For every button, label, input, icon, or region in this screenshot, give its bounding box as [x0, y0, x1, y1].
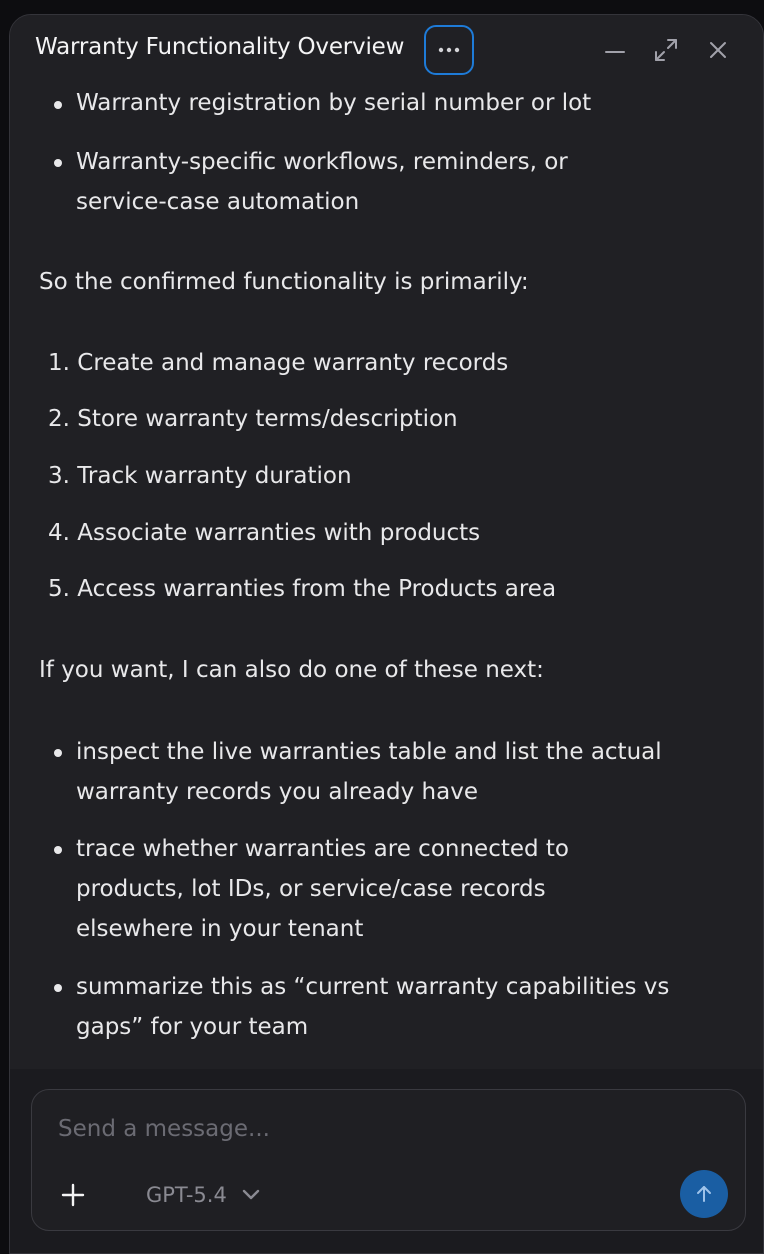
list-item: summarize this as “current warranty capa…: [76, 974, 670, 1040]
add-attachment-button[interactable]: [58, 1180, 88, 1210]
numbered-item: 3. Track warranty duration: [48, 463, 352, 489]
bullet-dot: [54, 749, 62, 757]
chat-window: Warranty Functionality Overview Warranty…: [9, 14, 764, 1254]
partial-bullet-text: Warranty registration by serial number o…: [76, 90, 592, 116]
numbered-item: 1. Create and manage warranty records: [48, 350, 509, 376]
arrow-up-icon: [697, 1186, 711, 1202]
summary-intro: So the confirmed functionality is primar…: [39, 269, 529, 295]
numbered-item: 2. Store warranty terms/description: [48, 406, 458, 432]
plus-icon: [61, 1183, 85, 1207]
numbered-item: 4. Associate warranties with products: [48, 520, 481, 546]
next-intro: If you want, I can also do one of these …: [39, 657, 544, 683]
bullet-dot: [54, 846, 62, 854]
minimize-icon: [605, 51, 625, 53]
message-input[interactable]: [56, 1110, 700, 1148]
list-item: inspect the live warranties table and li…: [76, 739, 662, 805]
window-header: Warranty Functionality Overview: [10, 15, 763, 89]
minimize-button[interactable]: [602, 37, 628, 63]
close-button[interactable]: [705, 37, 731, 63]
send-button[interactable]: [680, 1170, 728, 1218]
more-horizontal-icon: [438, 47, 460, 53]
numbered-item: 5. Access warranties from the Products a…: [48, 576, 557, 602]
bullet-dot: [54, 101, 62, 109]
model-label: GPT-5.4: [146, 1183, 227, 1207]
chevron-down-icon: [242, 1189, 260, 1200]
close-icon: [710, 42, 726, 58]
expand-icon: [655, 39, 677, 61]
composer: GPT-5.4: [31, 1089, 746, 1231]
bullet-dot: [54, 984, 62, 992]
window-title: Warranty Functionality Overview: [35, 34, 405, 60]
bullet-dot: [54, 159, 62, 167]
more-options-button[interactable]: [424, 25, 474, 75]
message-content: Warranty registration by serial number o…: [10, 89, 763, 1069]
list-item: trace whether warranties are connected t…: [76, 836, 570, 942]
list-item: Warranty-specific workflows, reminders, …: [76, 149, 568, 215]
model-selector[interactable]: GPT-5.4: [146, 1178, 261, 1212]
expand-button[interactable]: [653, 37, 679, 63]
